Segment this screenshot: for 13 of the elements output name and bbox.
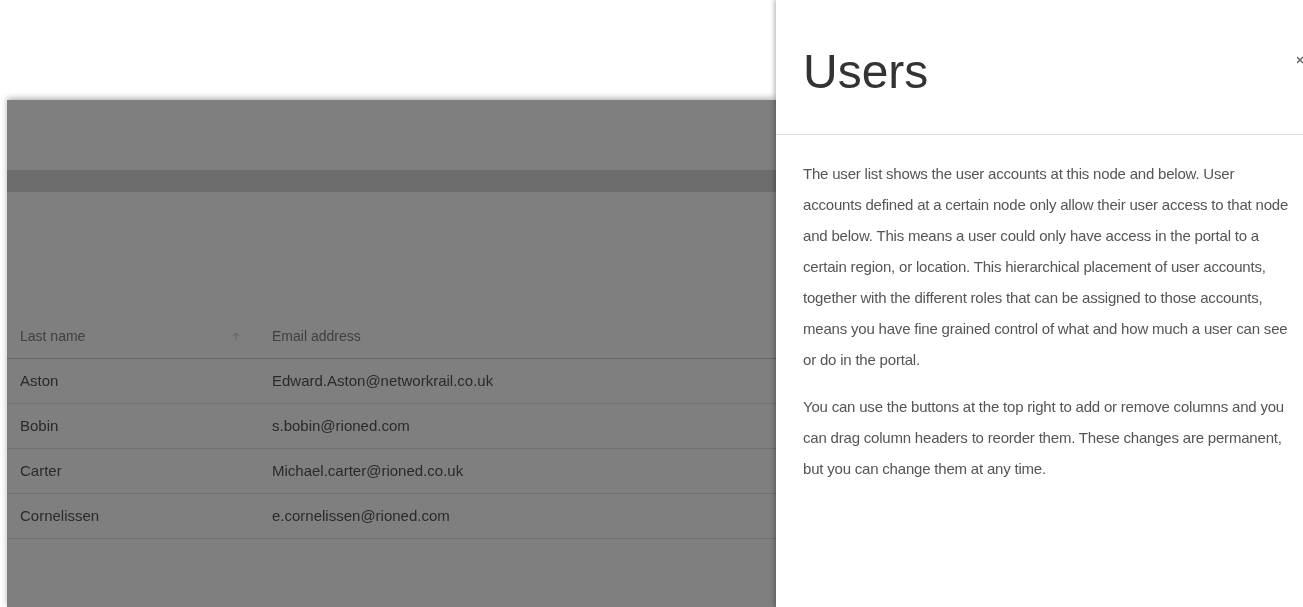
table-cell-text: Edward.Aston@networkrail.co.uk (271, 370, 495, 391)
table-cell-text: e.cornelissen@rioned.com (271, 505, 451, 526)
table-cell-text: Bobin (19, 415, 60, 436)
help-paragraph: The user list shows the user accounts at this node and below. User accounts defined at a certain node only allow their user access to that node and below. This means a user could only have access in the portal to a certain region, or location. This hierarchical placement of user accounts, together with the different roles that can be assigned to those accounts, means you have fine grained control of what and how much a user can see or do in the portal. (803, 164, 1290, 370)
panel-title: Users (803, 44, 930, 100)
column-header[interactable]: Email address (262, 326, 776, 347)
table-cell-text: s.bobin@rioned.com (271, 415, 411, 436)
column-header[interactable]: Last name (7, 326, 262, 347)
table-cell-text: Aston (19, 370, 60, 391)
help-paragraph: You can use the buttons at the top right to add or remove columns and you can drag column headers to reorder them. These changes are permanent, but you can change them at any time. (803, 397, 1285, 479)
table-cell-text: Carter (19, 460, 63, 481)
table-cell-text: Michael.carter@rioned.co.uk (271, 460, 465, 481)
table-cell-text: Cornelissen (19, 505, 101, 526)
